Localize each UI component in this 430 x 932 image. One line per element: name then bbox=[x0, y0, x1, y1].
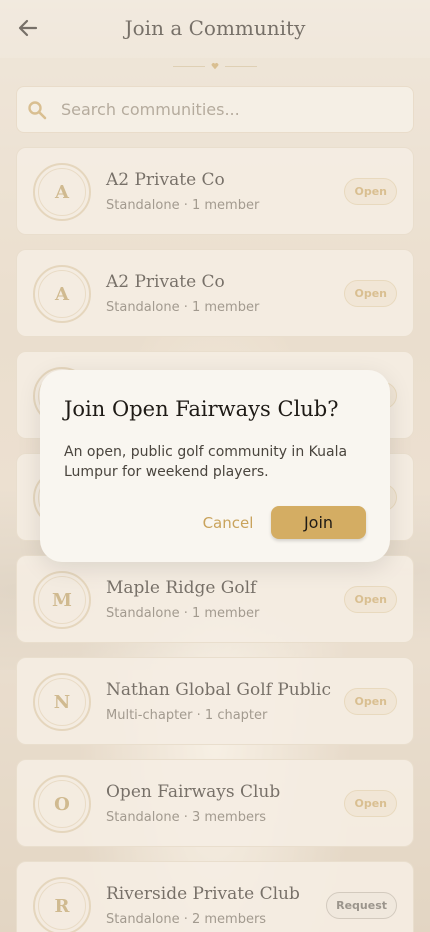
dialog-description: An open, public golf community in Kuala … bbox=[64, 444, 348, 480]
dialog-title: Join Open Fairways Club? bbox=[64, 397, 339, 421]
join-button[interactable]: Join bbox=[271, 506, 366, 539]
cancel-button[interactable]: Cancel bbox=[196, 507, 260, 538]
join-dialog: Join Open Fairways Club? An open, public… bbox=[40, 370, 390, 562]
